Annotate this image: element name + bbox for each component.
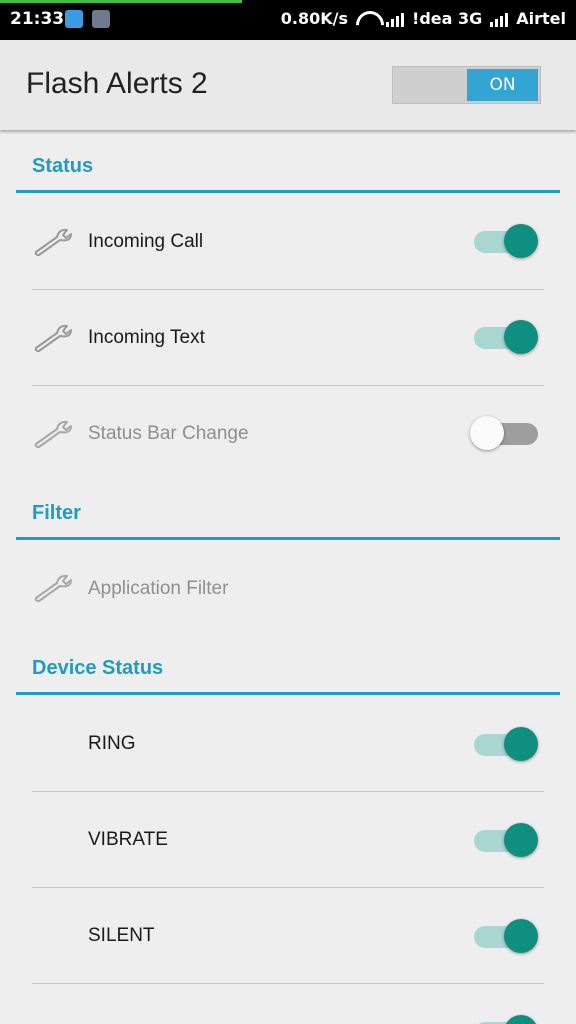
carrier-1: !dea 3G (412, 9, 483, 28)
signal-icon (386, 11, 405, 27)
section-header-device-status: Device Status (32, 657, 164, 679)
next-item-switch[interactable] (470, 1012, 542, 1024)
pref-next-item[interactable] (0, 984, 576, 1024)
status-bar-change-switch[interactable] (470, 413, 542, 453)
switch-thumb (504, 320, 538, 354)
section-divider (16, 190, 560, 193)
switch-thumb (504, 1015, 538, 1024)
pref-label: SILENT (88, 925, 155, 946)
switch-thumb (504, 823, 538, 857)
clock: 21:33 (10, 9, 65, 29)
status-indicators: 0.80K/s !dea 3G Airtel (281, 9, 566, 28)
wrench-icon (34, 324, 72, 352)
wifi-icon (356, 11, 378, 27)
section-divider (16, 692, 560, 695)
download-progress-indicator (0, 0, 242, 3)
pref-label: Incoming Call (88, 231, 204, 252)
pref-label: Status Bar Change (88, 423, 249, 444)
app-title: Flash Alerts 2 (26, 67, 208, 100)
switch-thumb (504, 727, 538, 761)
vibrate-switch[interactable] (470, 820, 542, 860)
pref-label: Incoming Text (88, 327, 205, 348)
carrier-2: Airtel (516, 9, 566, 28)
pref-vibrate[interactable]: VIBRATE (0, 792, 576, 888)
incoming-call-switch[interactable] (470, 221, 542, 261)
ring-switch[interactable] (470, 724, 542, 764)
switch-thumb (470, 416, 504, 450)
section-header-status: Status (32, 155, 94, 177)
wrench-icon (34, 574, 72, 602)
incoming-text-switch[interactable] (470, 317, 542, 357)
wrench-icon (34, 228, 72, 256)
pref-incoming-call[interactable]: Incoming Call (0, 194, 576, 290)
pref-silent[interactable]: SILENT (0, 888, 576, 984)
system-status-bar: 21:33 0.80K/s !dea 3G Airtel (0, 0, 576, 40)
section-header-filter: Filter (32, 502, 81, 524)
pref-incoming-text[interactable]: Incoming Text (0, 290, 576, 386)
app-bar: Flash Alerts 2 ON (0, 40, 576, 130)
signal-icon (490, 11, 509, 27)
pref-application-filter[interactable]: Application Filter (0, 541, 576, 637)
pref-label: RING (88, 733, 136, 754)
silent-switch[interactable] (470, 916, 542, 956)
twitter-icon (65, 10, 83, 28)
switch-thumb (504, 224, 538, 258)
section-divider (16, 537, 560, 540)
network-speed: 0.80K/s (280, 9, 349, 28)
photo-notification-icon (92, 10, 110, 28)
wrench-icon (34, 420, 72, 448)
pref-label: Application Filter (88, 578, 229, 599)
pref-ring[interactable]: RING (0, 696, 576, 792)
master-enable-toggle[interactable]: ON (392, 66, 541, 104)
master-toggle-on-label: ON (467, 69, 538, 101)
switch-thumb (504, 919, 538, 953)
pref-status-bar-change[interactable]: Status Bar Change (0, 386, 576, 482)
pref-label: VIBRATE (88, 829, 168, 850)
